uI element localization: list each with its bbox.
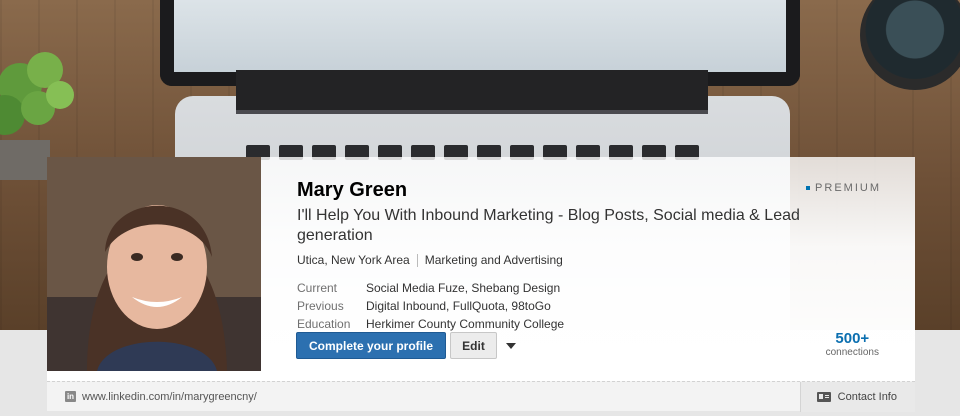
- detail-label: Previous: [297, 299, 344, 313]
- divider: [416, 253, 418, 267]
- contact-info-button[interactable]: Contact Info: [799, 381, 915, 412]
- profile-url-text: www.linkedin.com/in/marygreencny/: [82, 390, 257, 403]
- chevron-down-icon: [506, 342, 517, 349]
- laptop-hinge-illustration: [236, 70, 708, 114]
- edit-button[interactable]: Edit: [450, 332, 498, 359]
- profile-headline: I'll Help You With Inbound Marketing - B…: [297, 207, 800, 244]
- profile-footer-bar: in www.linkedin.com/in/marygreencny/ Con…: [47, 381, 915, 412]
- public-profile-url[interactable]: in www.linkedin.com/in/marygreencny/: [65, 391, 257, 403]
- detail-row-previous: Previous Digital Inbound, FullQuota, 98t…: [297, 297, 564, 315]
- profile-card: Mary Green PREMIUM I'll Help You With In…: [47, 157, 915, 381]
- more-options-dropdown[interactable]: [500, 332, 522, 359]
- detail-value-link[interactable]: Herkimer County Community College: [366, 317, 564, 331]
- coffee-cup-illustration: [860, 0, 960, 90]
- location-link[interactable]: Utica, New York Area: [297, 253, 410, 267]
- connections-label: connections: [825, 347, 879, 358]
- linkedin-icon: in: [65, 391, 76, 402]
- contact-info-label: Contact Info: [837, 390, 897, 403]
- profile-photo-image: [47, 157, 261, 371]
- connections-number: 500+: [835, 330, 870, 347]
- profile-actions: Complete your profile Edit: [296, 332, 522, 359]
- contact-card-icon: [816, 391, 831, 402]
- detail-label: Current: [297, 281, 338, 295]
- detail-row-education: Education Herkimer County Community Coll…: [297, 315, 564, 333]
- premium-badge: PREMIUM: [806, 182, 881, 194]
- connections-count[interactable]: 500+ connections: [826, 330, 879, 358]
- premium-label: PREMIUM: [815, 182, 881, 194]
- premium-dot-icon: [806, 186, 811, 191]
- detail-value-link[interactable]: Digital Inbound, FullQuota, 98toGo: [366, 299, 551, 313]
- industry-link[interactable]: Marketing and Advertising: [425, 253, 563, 267]
- location-industry-row: Utica, New York Area Marketing and Adver…: [297, 253, 563, 267]
- profile-details: Current Social Media Fuze, Shebang Desig…: [297, 279, 564, 333]
- complete-profile-button[interactable]: Complete your profile: [296, 332, 447, 359]
- detail-value-link[interactable]: Social Media Fuze, Shebang Design: [366, 281, 560, 295]
- profile-name: Mary Green: [297, 179, 408, 201]
- detail-label: Education: [297, 317, 351, 331]
- profile-photo[interactable]: [47, 157, 261, 371]
- detail-row-current: Current Social Media Fuze, Shebang Desig…: [297, 279, 564, 297]
